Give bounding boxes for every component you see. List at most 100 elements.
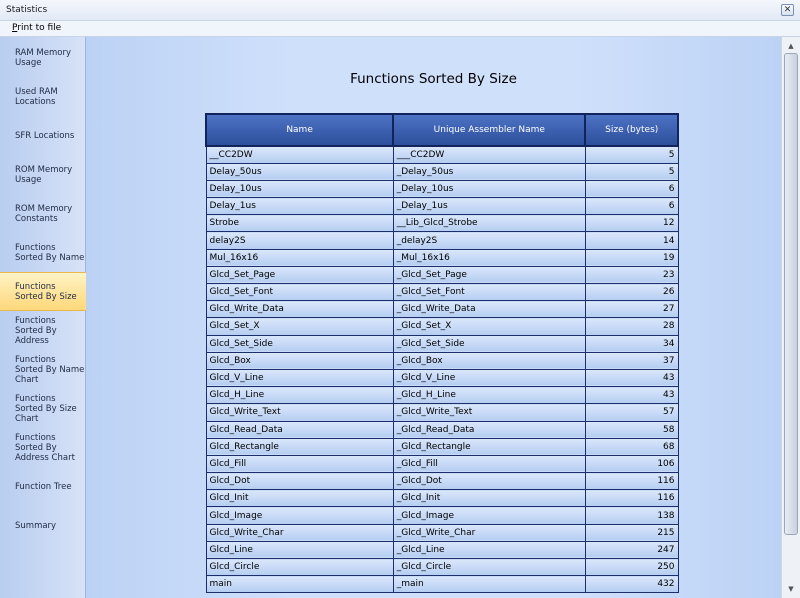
cell-name: delay2S <box>205 231 394 250</box>
table-row: Glcd_Line _Glcd_Line 247 <box>205 540 679 560</box>
sidebar-item[interactable]: Summary <box>0 506 86 545</box>
cell-size: 68 <box>584 437 679 456</box>
cell-assembler-name: _Glcd_Write_Text <box>392 403 586 422</box>
table-row: Mul_16x16 _Mul_16x16 19 <box>205 248 679 267</box>
cell-assembler-name: _Glcd_Fill <box>392 454 586 474</box>
sidebar-item[interactable]: Functions Sorted By Address <box>0 311 86 350</box>
sidebar-item-label: SFR Locations <box>15 130 75 141</box>
cell-name: Glcd_V_Line <box>205 368 394 388</box>
cell-size: 34 <box>584 334 679 353</box>
table-row: Delay_10us _Delay_10us 6 <box>205 179 679 199</box>
sidebar-item-label: Functions Sorted By Size <box>15 281 77 302</box>
cell-size: 215 <box>584 523 679 542</box>
cell-size: 116 <box>584 489 679 508</box>
cell-size: 250 <box>584 557 679 577</box>
table-row: Glcd_H_Line _Glcd_H_Line 43 <box>205 386 679 405</box>
sidebar-item[interactable]: ROM Memory Constants <box>0 194 86 233</box>
functions-table-container: Name Unique Assembler Name Size (bytes) … <box>204 113 679 594</box>
scroll-down-arrow-icon[interactable]: ▼ <box>784 582 798 596</box>
sidebar-item[interactable]: ROM Memory Usage <box>0 155 86 194</box>
cell-assembler-name: _Glcd_Set_Side <box>392 334 586 353</box>
table-row: Glcd_Rectangle _Glcd_Rectangle 68 <box>205 437 679 456</box>
cell-name: Glcd_Read_Data <box>205 420 394 439</box>
window-titlebar: Statistics ✕ <box>0 0 800 21</box>
cell-size: 37 <box>584 351 679 370</box>
cell-name: Mul_16x16 <box>205 248 394 267</box>
cell-name: Glcd_Image <box>205 506 394 525</box>
scrollbar-thumb[interactable] <box>784 53 798 535</box>
cell-name: Glcd_Fill <box>205 454 394 474</box>
sidebar-item[interactable]: Functions Sorted By Size Chart <box>0 389 86 428</box>
cell-size: 6 <box>584 179 679 199</box>
sidebar: RAM Memory Usage Used RAM Locations SFR Lo… <box>0 37 86 598</box>
cell-size: 28 <box>584 317 679 336</box>
cell-name: Glcd_Line <box>205 540 394 560</box>
cell-assembler-name: _Glcd_Write_Char <box>392 523 586 542</box>
cell-assembler-name: _Glcd_Image <box>392 506 586 525</box>
cell-assembler-name: _Glcd_Set_Page <box>392 265 586 285</box>
cell-name: Glcd_Write_Char <box>205 523 394 542</box>
cell-name: Glcd_Set_Page <box>205 265 394 285</box>
sidebar-item[interactable]: Functions Sorted By Name <box>0 233 86 272</box>
cell-name: main <box>205 575 394 594</box>
menu-print-to-file[interactable]: Print to file <box>12 23 61 33</box>
cell-name: Glcd_Box <box>205 351 394 370</box>
table-row: Glcd_Read_Data _Glcd_Read_Data 58 <box>205 420 679 439</box>
sidebar-item[interactable]: SFR Locations <box>0 116 86 155</box>
sidebar-item[interactable]: RAM Memory Usage <box>0 38 86 77</box>
cell-name: __CC2DW <box>205 145 394 164</box>
cell-size: 26 <box>584 282 679 302</box>
cell-assembler-name: _Delay_10us <box>392 179 586 199</box>
cell-size: 6 <box>584 197 679 216</box>
close-icon[interactable]: ✕ <box>781 4 794 16</box>
scroll-up-arrow-icon[interactable]: ▲ <box>784 39 798 53</box>
table-row: Glcd_Image _Glcd_Image 138 <box>205 506 679 525</box>
cell-assembler-name: _Glcd_Set_X <box>392 317 586 336</box>
sidebar-item[interactable]: Functions Sorted By Address Chart <box>0 428 86 467</box>
table-row: Strobe __Lib_Glcd_Strobe 12 <box>205 214 679 233</box>
cell-size: 14 <box>584 231 679 250</box>
cell-assembler-name: _Glcd_Read_Data <box>392 420 586 439</box>
cell-size: 432 <box>584 575 679 594</box>
sidebar-item-label: Functions Sorted By Name Chart <box>15 354 85 385</box>
cell-assembler-name: __Lib_Glcd_Strobe <box>392 214 586 233</box>
sidebar-item[interactable]: Functions Sorted By Size <box>0 272 86 311</box>
sidebar-item-label: Function Tree <box>15 481 72 492</box>
sidebar-item[interactable]: Function Tree <box>0 467 86 506</box>
cell-name: Glcd_Dot <box>205 472 394 491</box>
cell-assembler-name: _delay2S <box>392 231 586 250</box>
cell-assembler-name: _Delay_50us <box>392 162 586 181</box>
page-title: Functions Sorted By Size <box>350 71 517 87</box>
sidebar-item-label: Functions Sorted By Address <box>15 315 57 346</box>
cell-assembler-name: _Glcd_Write_Data <box>392 300 586 319</box>
table-row: Glcd_Write_Char _Glcd_Write_Char 215 <box>205 523 679 542</box>
cell-name: Delay_50us <box>205 162 394 181</box>
sidebar-item-label: RAM Memory Usage <box>15 47 71 68</box>
table-row: Glcd_Box _Glcd_Box 37 <box>205 351 679 370</box>
cell-size: 12 <box>584 214 679 233</box>
sidebar-item-label: ROM Memory Constants <box>15 203 73 224</box>
table-row: Glcd_Set_Page _Glcd_Set_Page 23 <box>205 265 679 285</box>
main-content: Functions Sorted By Size Name Unique Ass… <box>86 37 781 598</box>
table-row: Delay_50us _Delay_50us 5 <box>205 162 679 181</box>
table-row: Delay_1us _Delay_1us 6 <box>205 197 679 216</box>
cell-size: 106 <box>584 454 679 474</box>
sidebar-item-label: Used RAM Locations <box>15 86 58 107</box>
cell-size: 247 <box>584 540 679 560</box>
cell-size: 5 <box>584 162 679 181</box>
sidebar-item[interactable]: Functions Sorted By Name Chart <box>0 350 86 389</box>
table-row: Glcd_V_Line _Glcd_V_Line 43 <box>205 368 679 388</box>
sidebar-item-label: ROM Memory Usage <box>15 164 73 185</box>
table-row: __CC2DW ___CC2DW 5 <box>205 145 679 164</box>
header-unique-assembler-name: Unique Assembler Name <box>392 113 587 147</box>
cell-size: 23 <box>584 265 679 285</box>
table-row: Glcd_Set_Side _Glcd_Set_Side 34 <box>205 334 679 353</box>
cell-assembler-name: _Glcd_Dot <box>392 472 586 491</box>
cell-size: 5 <box>584 145 679 164</box>
cell-size: 27 <box>584 300 679 319</box>
cell-name: Delay_1us <box>205 197 394 216</box>
vertical-scrollbar[interactable]: ▲ ▼ <box>781 37 800 598</box>
cell-assembler-name: _Glcd_Circle <box>392 557 586 577</box>
cell-size: 116 <box>584 472 679 491</box>
sidebar-item[interactable]: Used RAM Locations <box>0 77 86 116</box>
